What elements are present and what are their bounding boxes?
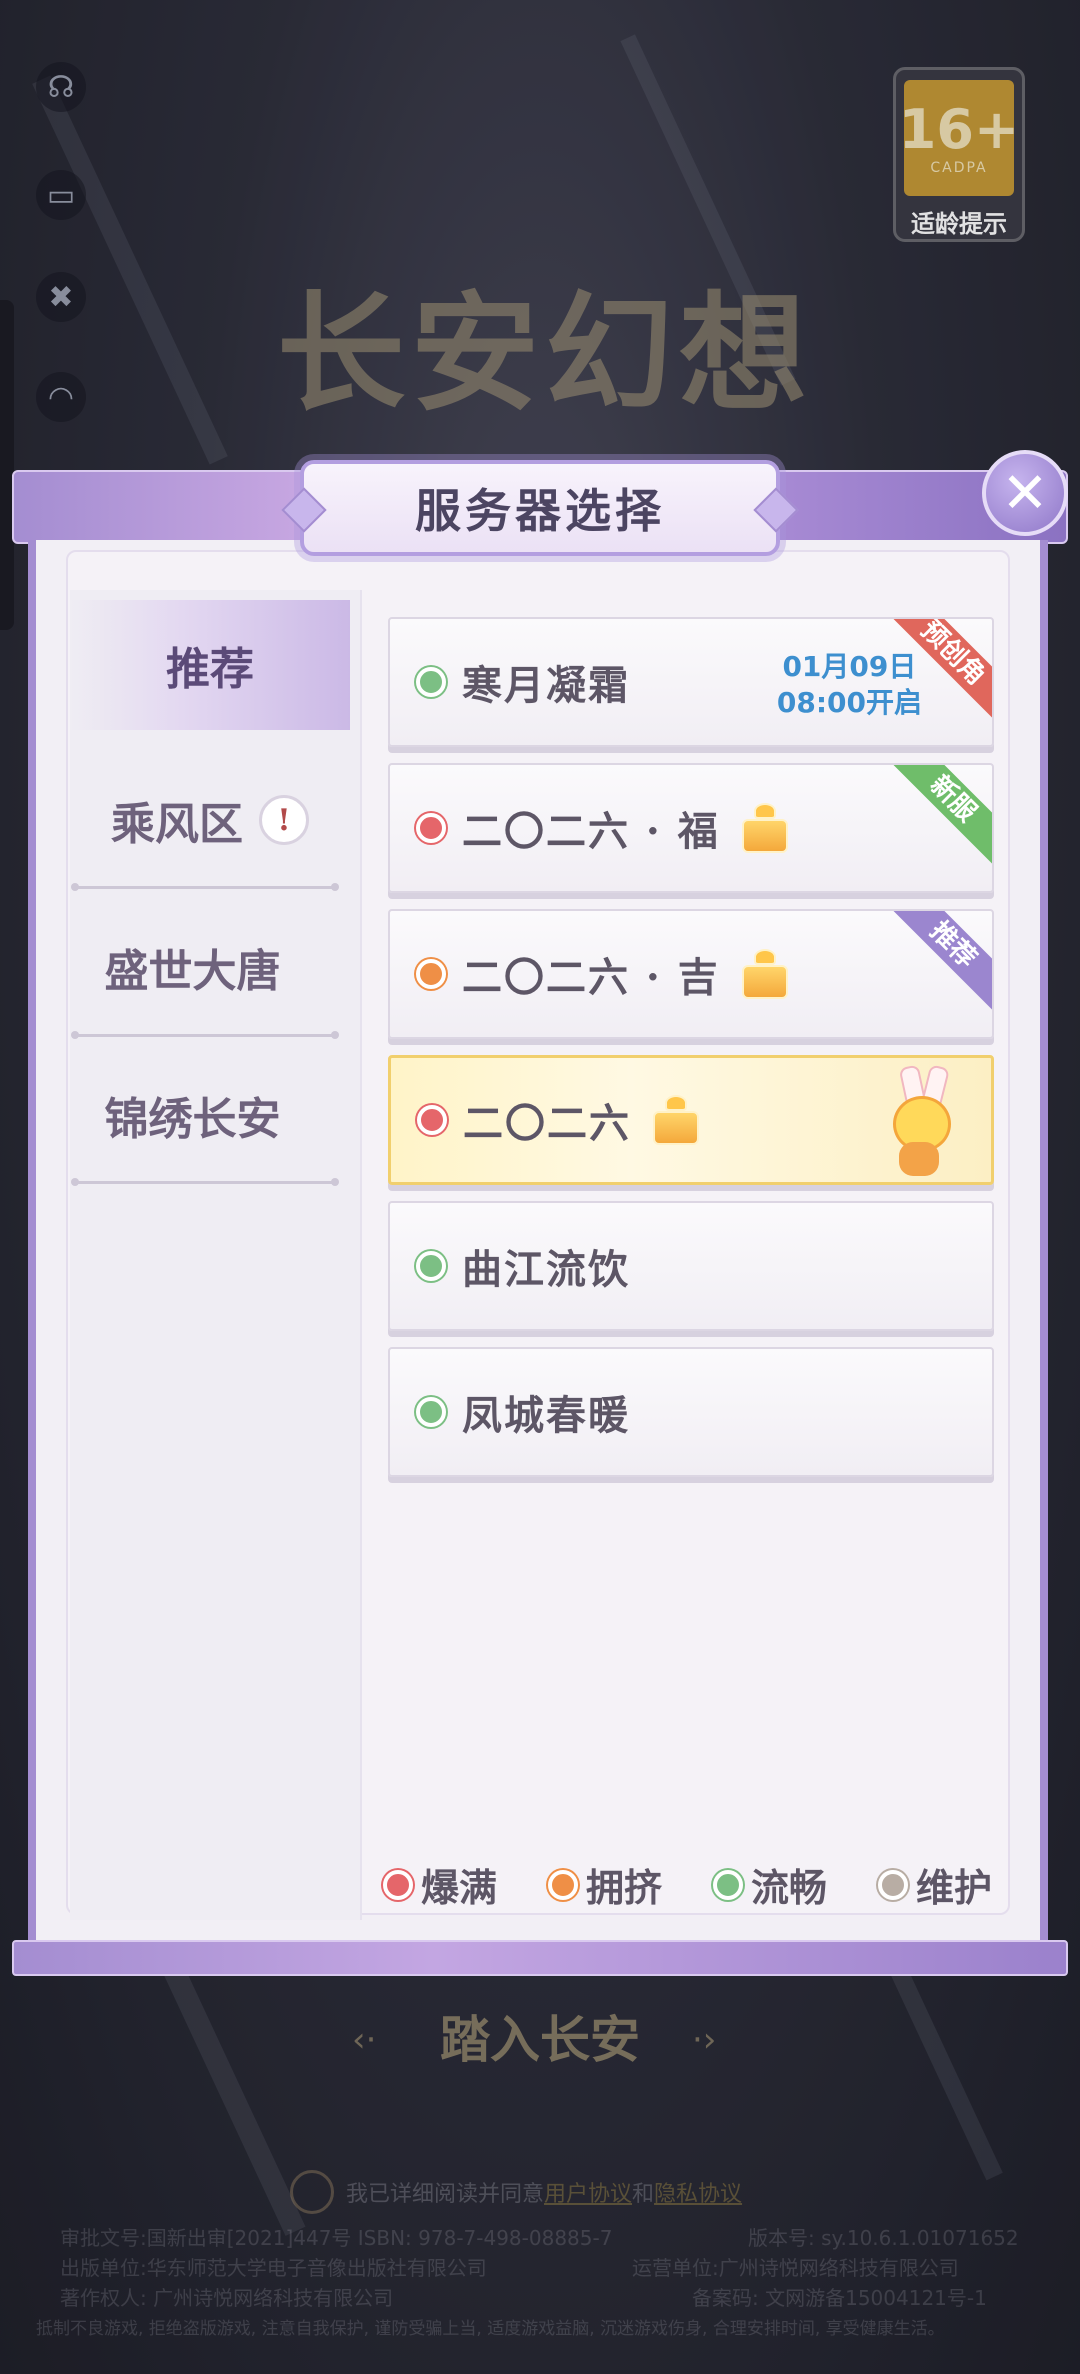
server-item-qujiang[interactable]: 曲江流饮 [388, 1201, 994, 1331]
tag-new-server: 新服 [880, 765, 992, 872]
exclamation-icon: ! [259, 795, 309, 845]
server-name: 二〇二六 [463, 1100, 631, 1147]
tab-recommended[interactable]: 推荐 [70, 600, 350, 730]
dialog-bottom-bar [12, 1940, 1068, 1976]
server-name: 寒月凝霜 [462, 662, 630, 709]
legend-crowded: 拥挤 [548, 1857, 662, 1912]
gift-box-icon [738, 803, 792, 853]
sidebar-divider [71, 883, 339, 891]
legend-label: 爆满 [421, 1865, 498, 1910]
status-dot-smooth [416, 667, 446, 697]
status-dot-smooth [416, 1397, 446, 1427]
tab-label: 推荐 [166, 644, 254, 695]
legend-label: 流畅 [751, 1865, 828, 1910]
legend-maintenance: 维护 [878, 1857, 992, 1912]
legend-label: 拥挤 [586, 1865, 663, 1910]
server-name: 二〇二六 · 吉 [462, 954, 720, 1001]
server-item-hanyue[interactable]: 寒月凝霜 01月09日 08:00开启 预创角 [388, 617, 994, 747]
status-dot-smooth [713, 1869, 743, 1900]
status-dot-maintenance [878, 1869, 908, 1900]
server-open-time: 01月09日 08:00开启 [777, 649, 922, 721]
tab-label: 盛世大唐 [104, 946, 281, 997]
close-icon: ✕ [1001, 460, 1049, 526]
server-item-2026[interactable]: 二〇二六 [388, 1055, 994, 1185]
status-dot-full [417, 1105, 447, 1135]
tab-chengfeng[interactable]: 乘风区 ! [70, 755, 350, 885]
tag-recommended: 推荐 [880, 911, 992, 1018]
tab-jinxiu-changan[interactable]: 锦绣长安 [70, 1050, 315, 1180]
status-dot-full [383, 1869, 413, 1900]
sidebar-divider [71, 1178, 339, 1186]
dialog-title: 服务器选择 [415, 484, 665, 538]
gift-box-icon [649, 1095, 703, 1145]
close-button[interactable]: ✕ [982, 450, 1068, 536]
legend-full: 爆满 [383, 1857, 497, 1912]
server-item-fu[interactable]: 二〇二六 · 福 新服 [388, 763, 994, 893]
status-dot-full [416, 813, 446, 843]
server-name: 曲江流饮 [462, 1246, 630, 1293]
server-item-ji[interactable]: 二〇二六 · 吉 推荐 [388, 909, 994, 1039]
server-item-fengcheng[interactable]: 凤城春暖 [388, 1347, 994, 1477]
open-clock: 08:00开启 [776, 686, 922, 719]
open-date: 01月09日 [782, 650, 917, 683]
sidebar-divider [71, 1031, 339, 1039]
tab-label: 乘风区 [111, 799, 243, 850]
legend-smooth: 流畅 [713, 1857, 827, 1912]
status-dot-crowded [416, 959, 446, 989]
status-dot-smooth [416, 1251, 446, 1281]
server-name: 凤城春暖 [462, 1392, 630, 1439]
server-name: 二〇二六 · 福 [462, 808, 720, 855]
dialog-title-plaque: 服务器选择 [300, 460, 780, 556]
tab-label: 锦绣长安 [104, 1094, 281, 1145]
gift-box-icon [738, 949, 792, 999]
status-dot-crowded [548, 1869, 578, 1900]
tab-shengshi-datang[interactable]: 盛世大唐 [70, 902, 315, 1032]
legend-label: 维护 [916, 1865, 993, 1910]
bunny-mascot-icon [873, 1064, 963, 1181]
